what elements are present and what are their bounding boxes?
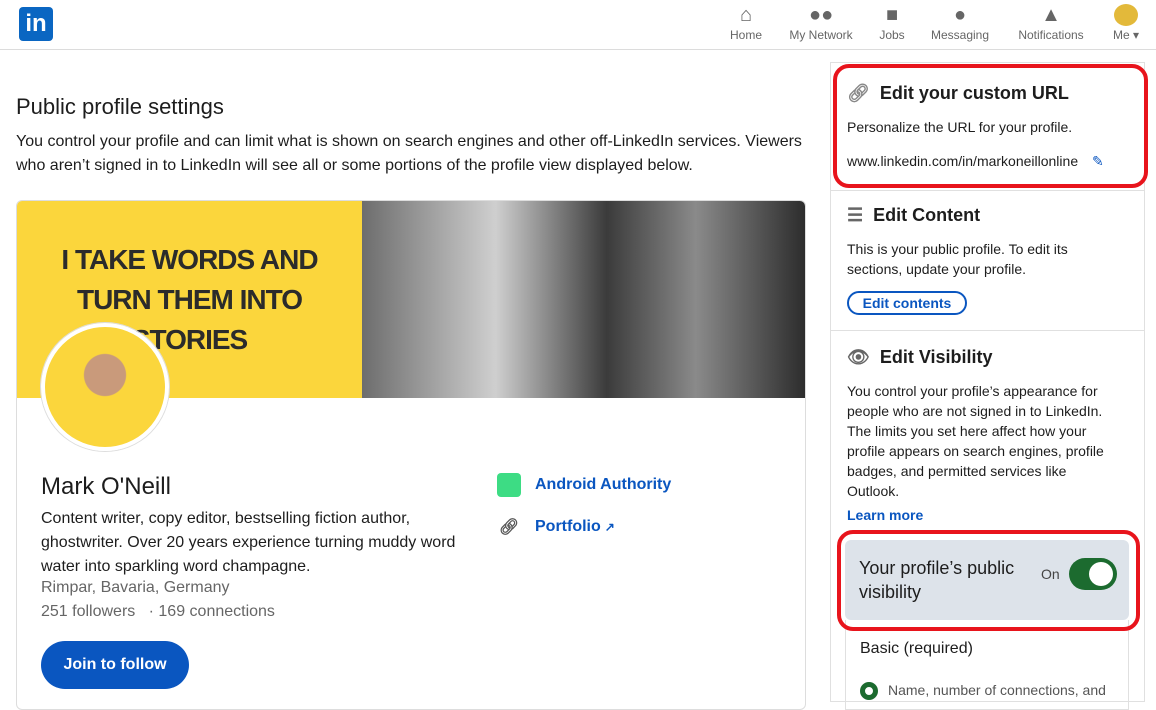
edit-content-section: ☰ Edit Content This is your public profil… (831, 191, 1144, 331)
edit-contents-button[interactable]: Edit contents (847, 291, 967, 315)
basic-item-text: Name, number of connections, and (888, 682, 1106, 698)
nav-me[interactable]: Me ▾ (1110, 4, 1142, 42)
profile-location: Rimpar, Bavaria, Germany (41, 579, 230, 596)
highlight-visibility (837, 530, 1140, 631)
edit-visibility-heading: 👁︎ Edit Visibility (847, 347, 993, 368)
heading-text: Edit Visibility (879, 347, 993, 367)
briefcase-icon: ■ (885, 4, 899, 26)
nav-label: Jobs (879, 28, 905, 42)
link-label: Portfolio (535, 518, 601, 535)
nav-label: Home (730, 28, 763, 42)
nav-notifications[interactable]: ▲ Notifications (1014, 4, 1088, 42)
linkedin-logo[interactable]: in (19, 7, 53, 41)
heading-text: Edit Content (873, 205, 981, 225)
banner-photo (362, 201, 805, 398)
link-label: Android Authority (535, 476, 672, 493)
radio-checked-icon[interactable] (860, 682, 878, 700)
external-link-icon: ↗ (604, 520, 615, 534)
basic-item: Name, number of connections, and (860, 682, 1106, 700)
learn-more-link[interactable]: Learn more (847, 505, 1122, 525)
profile-card: I TAKE WORDS AND TURN THEM INTO STORIES … (16, 200, 806, 710)
edit-content-heading: ☰ Edit Content (847, 205, 980, 226)
highlight-custom-url (833, 64, 1148, 188)
nav-label: Me ▾ (1112, 28, 1140, 42)
network-icon: ●● (809, 4, 834, 26)
visibility-text: You control your profile’s appearance fo… (847, 383, 1104, 499)
followers: 251 followers (41, 603, 136, 620)
top-nav: in ⌂ Home ●● My Network ■ Jobs ● Messaging ▲… (0, 0, 1156, 50)
link-android-authority[interactable]: Android Authority (497, 473, 671, 497)
nav-label: Notifications (1018, 28, 1084, 42)
nav-jobs[interactable]: ■ Jobs (877, 4, 907, 42)
edit-content-text: This is your public profile. To edit its… (847, 241, 1068, 277)
eye-icon: 👁︎ (847, 347, 870, 367)
connections: · 169 connections (148, 603, 275, 620)
message-icon: ● (953, 4, 967, 26)
profile-name: Mark O'Neill (41, 473, 171, 500)
nav-messaging[interactable]: ● Messaging (929, 4, 991, 42)
avatar (1114, 4, 1138, 26)
lines-icon: ☰ (847, 205, 864, 225)
page-title: Public profile settings (16, 94, 224, 119)
link-icon: 🔗︎ (498, 519, 520, 536)
profile-headline: Content writer, copy editor, bestselling… (41, 510, 456, 575)
basic-label: Basic (required) (860, 640, 973, 657)
nav-home[interactable]: ⌂ Home (730, 4, 762, 42)
profile-stats: 251 followers · 169 connections (41, 603, 275, 621)
home-icon: ⌂ (739, 4, 753, 26)
company-logo-icon (497, 473, 521, 497)
profile-avatar (41, 323, 169, 451)
nav-my-network[interactable]: ●● My Network (786, 4, 856, 42)
nav-label: My Network (789, 28, 853, 42)
bell-icon: ▲ (1041, 4, 1061, 26)
page-description: You control your profile and can limit w… (16, 133, 802, 174)
basic-section: Basic (required) Name, number of connect… (845, 620, 1129, 710)
link-portfolio[interactable]: 🔗︎ Portfolio ↗ (497, 517, 615, 537)
nav-label: Messaging (930, 28, 990, 42)
join-to-follow-button[interactable]: Join to follow (41, 641, 189, 689)
